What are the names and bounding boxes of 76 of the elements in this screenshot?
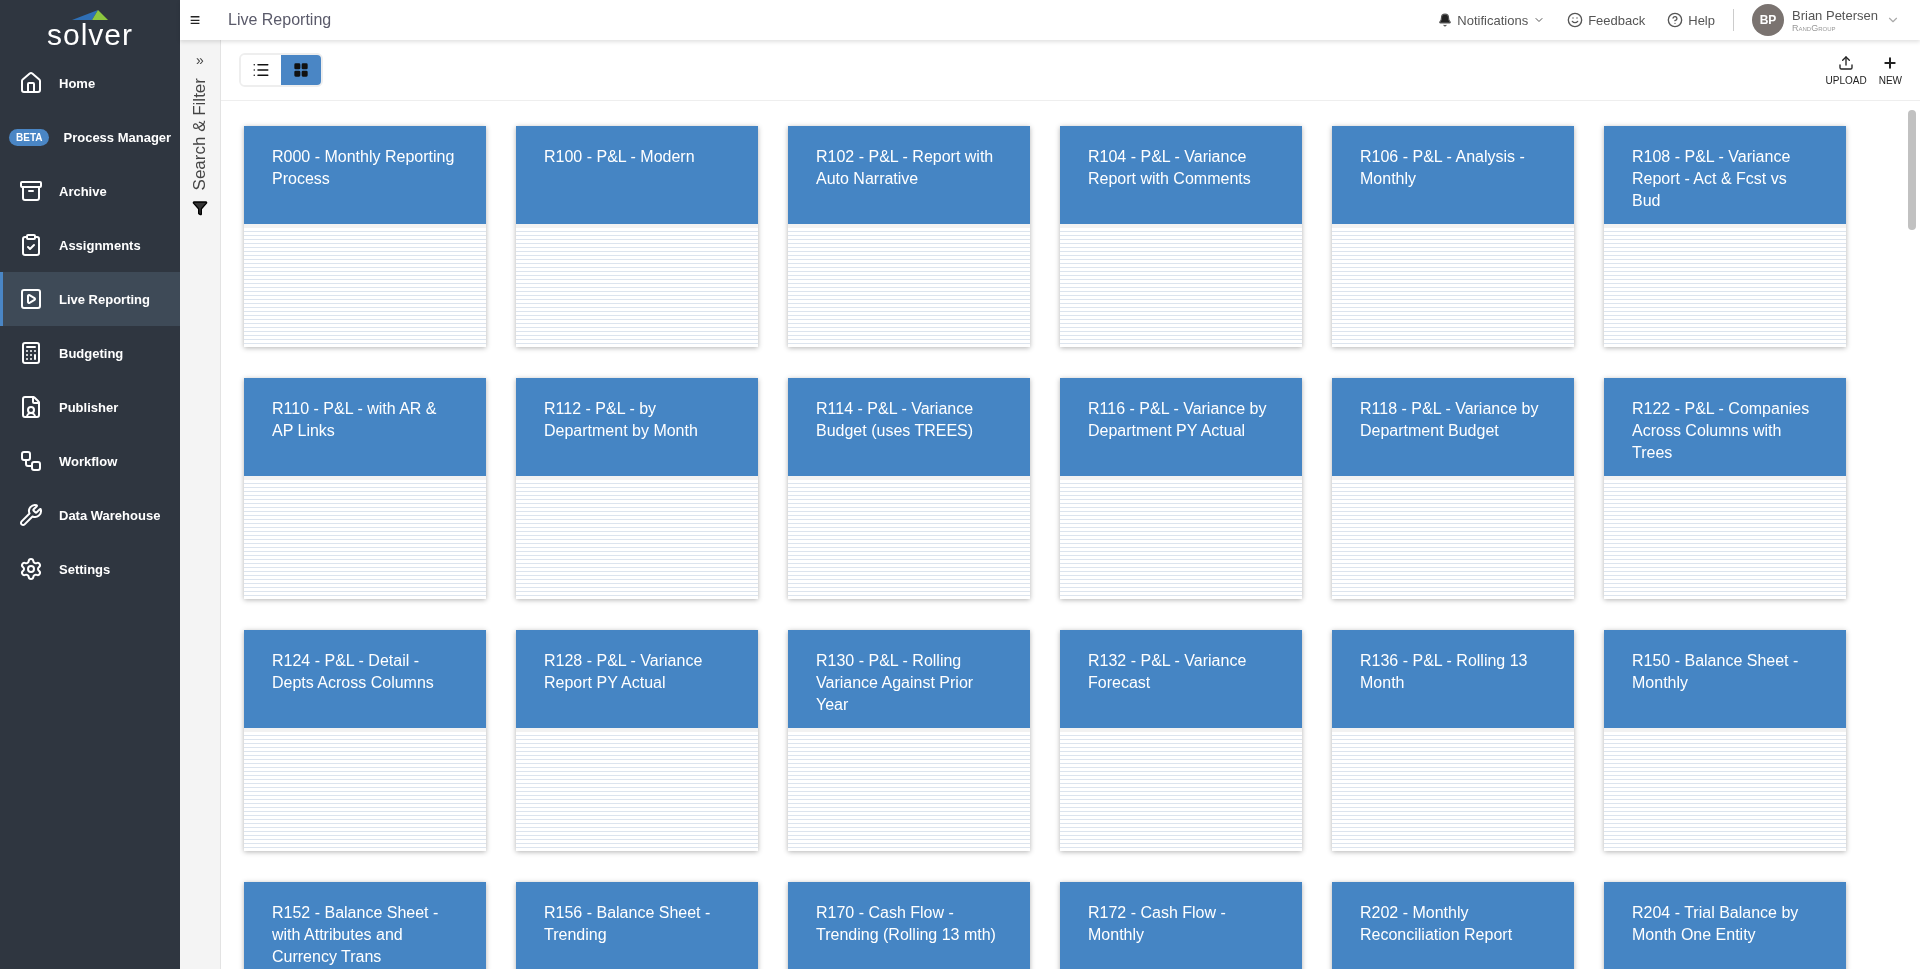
nav-label: Process Manager: [63, 129, 172, 145]
nav-item[interactable]: Live Reporting: [0, 272, 180, 326]
report-title[interactable]: R202 - Monthly Reconciliation Report: [1332, 882, 1574, 969]
nav-item[interactable]: Data Warehouse: [0, 488, 180, 542]
report-title[interactable]: R000 - Monthly Reporting Process: [244, 126, 486, 224]
report-title[interactable]: R156 - Balance Sheet - Trending: [516, 882, 758, 969]
nav-label: Assignments: [59, 237, 141, 253]
filter-panel-label[interactable]: Search & Filter: [190, 78, 210, 191]
scrollbar-thumb[interactable]: [1908, 110, 1916, 230]
report-title[interactable]: R112 - P&L - by Department by Month: [516, 378, 758, 476]
nav-label: Budgeting: [59, 345, 124, 361]
grid-icon: [293, 62, 309, 78]
logo-text: solver: [47, 22, 133, 48]
nav-item[interactable]: BETA Process Manager: [0, 110, 180, 164]
report-title[interactable]: R108 - P&L - Variance Report - Act & Fcst vs Bud: [1604, 126, 1846, 224]
smile-icon: [1567, 12, 1584, 28]
report-title[interactable]: R124 - P&L - Detail - Depts Across Columns: [244, 630, 486, 728]
nav-item[interactable]: Home: [0, 56, 180, 110]
report-title[interactable]: R106 - P&L - Analysis - Monthly: [1332, 126, 1574, 224]
settings-icon: [19, 557, 43, 581]
report-title[interactable]: R152 - Balance Sheet - with Attributes and Currency Trans: [244, 882, 486, 969]
nav-label: Settings: [59, 561, 111, 577]
nav-label: Workflow: [59, 453, 118, 469]
nav-label: Publisher: [59, 399, 119, 415]
play-window-icon: [19, 287, 43, 311]
nav-label: Data Warehouse: [59, 507, 161, 523]
filter-icon[interactable]: [192, 200, 208, 217]
expand-icon[interactable]: »: [196, 52, 204, 68]
report-title[interactable]: R104 - P&L - Variance Report with Comments: [1060, 126, 1302, 224]
nav-label: Live Reporting: [59, 291, 150, 307]
notifications-link[interactable]: Notifications: [1438, 12, 1546, 28]
help-icon: [1667, 12, 1684, 28]
report-title[interactable]: R118 - P&L - Variance by Department Budget: [1332, 378, 1574, 476]
clipboard-icon: [19, 233, 43, 257]
report-title[interactable]: R132 - P&L - Variance Forecast: [1060, 630, 1302, 728]
bell-icon: [1438, 13, 1453, 27]
upload-button[interactable]: UPLOAD: [1825, 54, 1867, 86]
report-title[interactable]: R204 - Trial Balance by Month One Entity: [1604, 882, 1846, 969]
report-title[interactable]: R110 - P&L - with AR & AP Links: [244, 378, 486, 476]
nav-item[interactable]: Assignments: [0, 218, 180, 272]
workflow-icon: [19, 449, 43, 473]
user-company: RandGroup: [1792, 22, 1837, 33]
report-title[interactable]: R122 - P&L - Companies Across Columns with Trees: [1604, 378, 1846, 476]
nav-label: Archive: [59, 183, 107, 199]
report-title[interactable]: R130 - P&L - Rolling Variance Against Prior Year: [788, 630, 1030, 728]
beta-badge: BETA: [9, 128, 50, 146]
report-title[interactable]: R136 - P&L - Rolling 13 Month: [1332, 630, 1574, 728]
home-icon: [19, 71, 43, 95]
new-button[interactable]: NEW: [1878, 54, 1902, 86]
list-icon: [252, 61, 270, 79]
document-person-icon: [19, 395, 43, 419]
help-link[interactable]: Help: [1667, 12, 1715, 28]
feedback-link[interactable]: Feedback: [1567, 12, 1646, 28]
report-title[interactable]: R172 - Cash Flow - Monthly: [1060, 882, 1302, 969]
report-title[interactable]: R102 - P&L - Report with Auto Narrative: [788, 126, 1030, 224]
calculator-icon: [19, 341, 43, 365]
report-title[interactable]: R100 - P&L - Modern: [516, 126, 758, 224]
report-title[interactable]: R150 - Balance Sheet - Monthly: [1604, 630, 1846, 728]
grid-view-button[interactable]: [281, 55, 321, 85]
nav-item[interactable]: Archive: [0, 164, 180, 218]
nav-item[interactable]: Budgeting: [0, 326, 180, 380]
nav-item[interactable]: Settings: [0, 542, 180, 596]
page-title: Live Reporting: [228, 11, 333, 29]
nav-label: Home: [59, 75, 96, 91]
user-avatar[interactable]: BP: [1752, 4, 1784, 36]
menu-icon[interactable]: ≡: [180, 9, 210, 31]
archive-icon: [19, 179, 43, 203]
report-title[interactable]: R170 - Cash Flow - Trending (Rolling 13 mth): [788, 882, 1030, 969]
report-title[interactable]: R114 - P&L - Variance Budget (uses TREES): [788, 378, 1030, 476]
upload-icon: [1838, 54, 1855, 71]
wrench-icon: [19, 503, 43, 527]
report-title[interactable]: R116 - P&L - Variance by Department PY Actual: [1060, 378, 1302, 476]
nav-item[interactable]: Publisher: [0, 380, 180, 434]
nav-item[interactable]: Workflow: [0, 434, 180, 488]
user-name: Brian Petersen: [1792, 7, 1878, 23]
report-title[interactable]: R128 - P&L - Variance Report PY Actual: [516, 630, 758, 728]
